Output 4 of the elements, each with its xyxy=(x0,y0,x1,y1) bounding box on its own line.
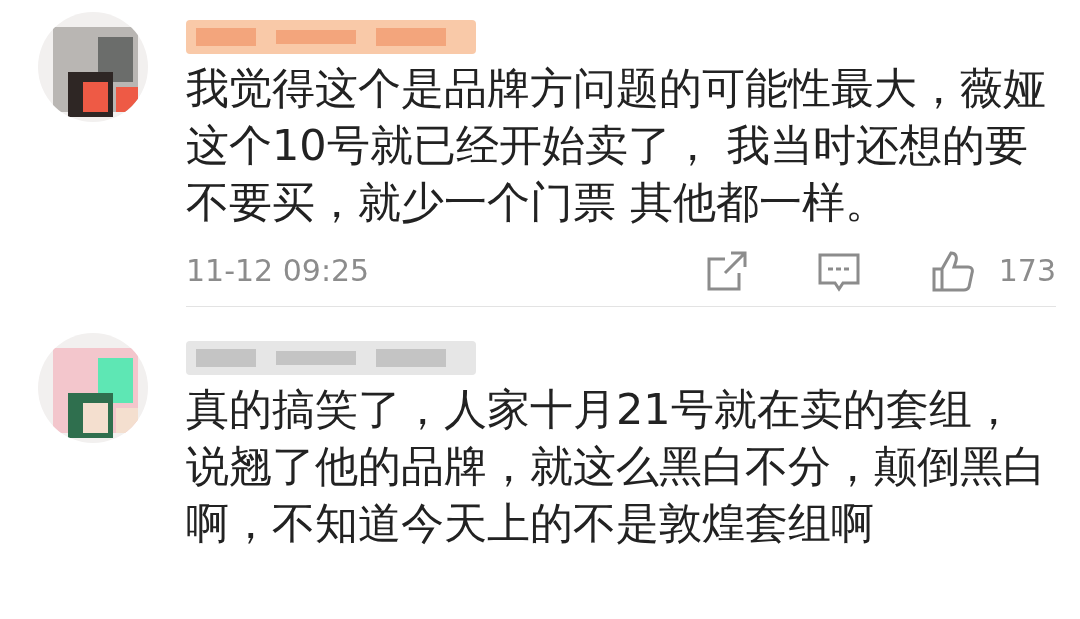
comment-text: 我觉得这个是品牌方问题的可能性最大，薇娅这个10号就已经开始卖了， 我当时还想的要不要买，就少一个门票 其他都一样。 xyxy=(186,62,1047,229)
like-count: 173 xyxy=(998,252,1056,290)
timestamp: 11-12 09:25 xyxy=(186,252,370,290)
comment-text: 真的搞笑了，人家十月21号就在卖的套组，说翘了他的品牌，就这么黑白不分，颠倒黑白啊，不知道今天上的不是敦煌套组啊 xyxy=(186,383,1047,550)
